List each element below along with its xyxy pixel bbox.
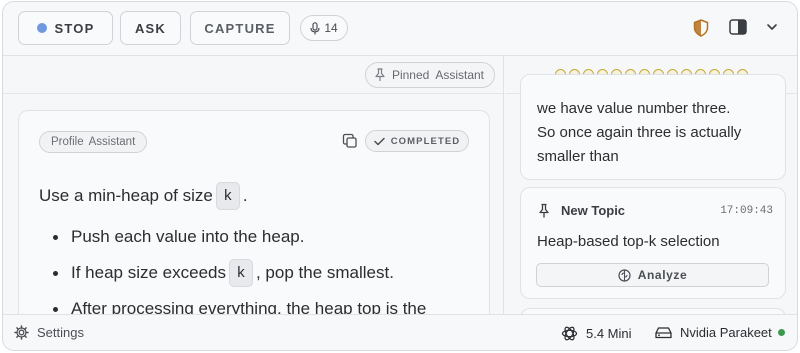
model-selector[interactable]: 5.4 Mini <box>561 325 632 342</box>
pinned-assistant-pill[interactable]: Pinned Assistant <box>364 62 495 88</box>
drive-icon <box>655 327 672 339</box>
gear-icon <box>14 325 29 340</box>
toolbar: STOP ASK CAPTURE 14 <box>3 2 797 56</box>
microphone-icon <box>310 21 320 34</box>
app-window: STOP ASK CAPTURE 14 Pinned Assistant Pro… <box>2 1 798 351</box>
stop-label: STOP <box>54 20 95 36</box>
analyze-button[interactable]: Analyze <box>536 263 769 287</box>
live-status-dot <box>777 329 785 336</box>
transcription-engine-selector[interactable]: Nvidia Parakeet <box>655 325 785 340</box>
model-label: 5.4 Mini <box>586 326 632 341</box>
list-item: After processing everything, the heap to… <box>39 291 479 314</box>
stt-label: Nvidia Parakeet <box>680 325 772 340</box>
transcript-line: So once again three is actually <box>537 124 742 141</box>
topic-title: Heap-based top-k selection <box>537 233 720 250</box>
intro-suffix: . <box>242 186 248 205</box>
shield-icon[interactable] <box>693 19 709 37</box>
sidebar-toggle-icon[interactable] <box>729 19 747 35</box>
profile-assistant-label: Assistant <box>88 136 136 148</box>
transcript-line: smaller than <box>537 148 619 165</box>
chevron-down-icon[interactable] <box>765 21 779 33</box>
topic-label: New Topic <box>561 203 626 218</box>
profile-label: Profile <box>51 136 84 148</box>
topic-card: New Topic 17:09:43 Heap-based top-k sele… <box>520 187 786 299</box>
answer-list: Push each value into the heap. If heap s… <box>39 219 479 314</box>
copy-icon[interactable] <box>342 133 358 149</box>
transcript-pane: we have value number three. So once agai… <box>505 56 797 314</box>
stop-button[interactable]: STOP <box>18 11 113 45</box>
inline-code: k <box>215 182 240 210</box>
answer-body: Use a min-heap of size k . Push each val… <box>39 181 479 314</box>
list-item-text: Push each value into the heap. <box>71 227 305 246</box>
inline-code: k <box>228 259 253 287</box>
mic-level-pill[interactable]: 14 <box>300 15 348 41</box>
list-item-text: , pop the smallest. <box>255 263 394 282</box>
mic-count: 14 <box>324 21 338 35</box>
response-pane-header: Pinned Assistant <box>3 56 503 94</box>
answer-intro: Use a min-heap of size k . <box>39 181 479 211</box>
analyze-label: Analyze <box>637 268 688 282</box>
capture-button[interactable]: CAPTURE <box>190 11 290 45</box>
recording-dot-icon <box>36 23 47 33</box>
pin-icon <box>375 68 385 81</box>
settings-button[interactable]: Settings <box>14 325 84 340</box>
response-card: Profile Assistant COMPLETED Use a min-he… <box>18 110 490 314</box>
list-item: Push each value into the heap. <box>39 219 479 255</box>
brain-icon <box>618 268 631 282</box>
status-bar: Settings 5.4 Mini Nvidia Parakeet <box>3 314 797 350</box>
intro-text: Use a min-heap of size <box>39 186 213 205</box>
list-item: If heap size exceeds k , pop the smalles… <box>39 255 479 291</box>
ask-button[interactable]: ASK <box>120 11 181 45</box>
topic-timestamp: 17:09:43 <box>720 205 773 217</box>
transcript-card: we have value number three. So once agai… <box>520 74 786 180</box>
openai-logo-icon <box>561 326 578 341</box>
list-item-text: If heap size exceeds <box>71 263 226 282</box>
list-item-text: After processing everything, the heap to… <box>71 299 427 314</box>
pinned-assistant-label: Assistant <box>435 68 484 82</box>
response-pane: Pinned Assistant Profile Assistant COMPL… <box>3 56 504 314</box>
transcript-line: we have value number three. <box>537 100 731 117</box>
pin-icon <box>539 203 549 218</box>
status-badge: COMPLETED <box>365 130 469 152</box>
pinned-label: Pinned <box>391 68 430 82</box>
capture-label: CAPTURE <box>204 20 276 36</box>
status-label: COMPLETED <box>390 135 461 147</box>
settings-label: Settings <box>37 325 84 340</box>
ask-label: ASK <box>134 20 167 36</box>
profile-assistant-pill[interactable]: Profile Assistant <box>39 131 148 153</box>
check-icon <box>373 137 385 145</box>
